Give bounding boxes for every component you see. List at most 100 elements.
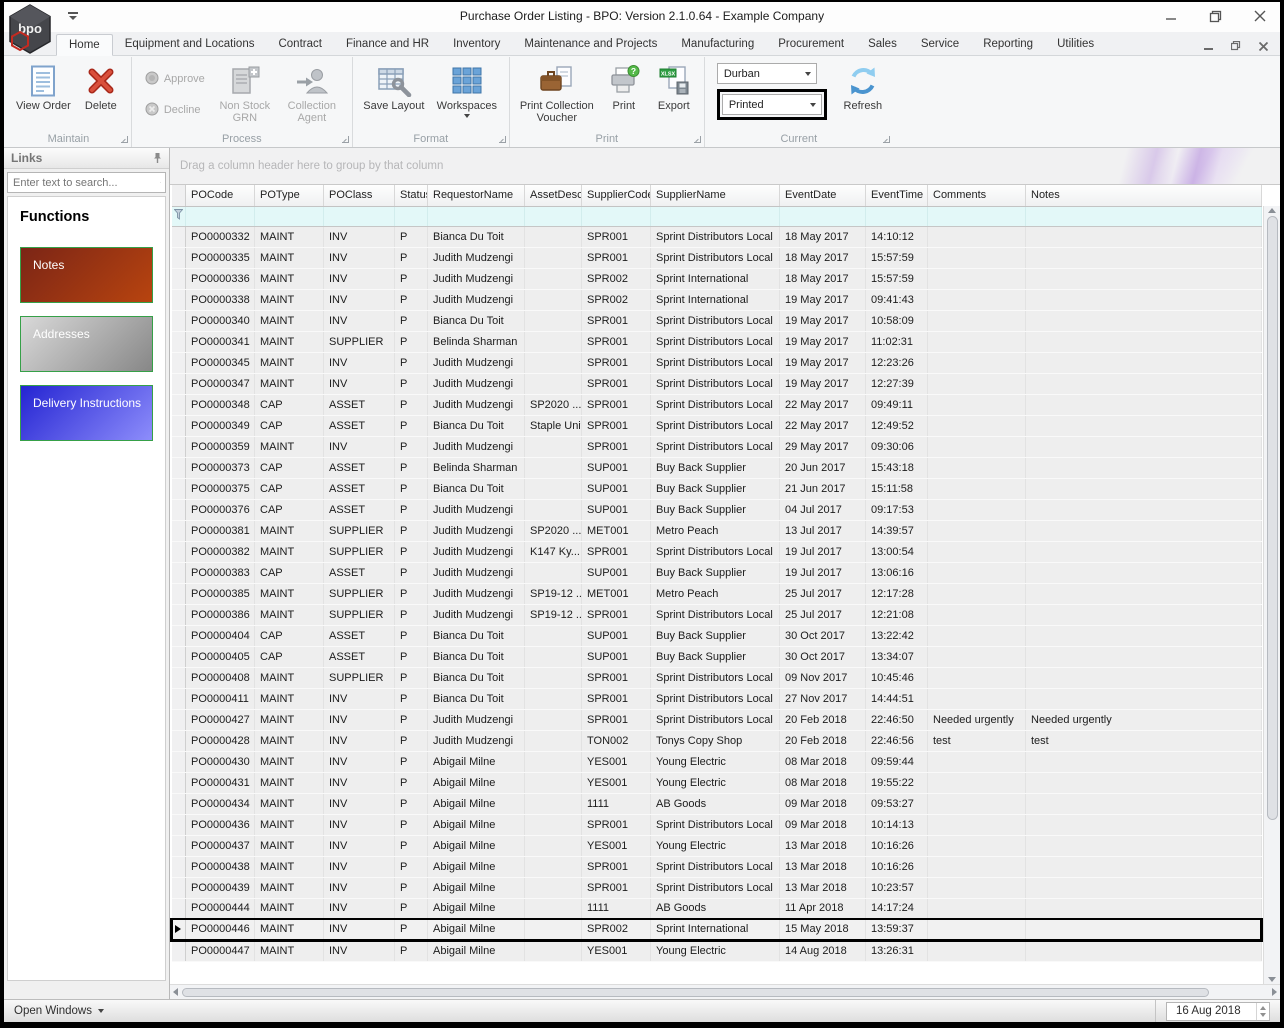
- tab-utilities[interactable]: Utilities: [1045, 34, 1106, 55]
- maintain-dialog-launcher-icon[interactable]: [120, 136, 128, 143]
- po-row[interactable]: PO0000447 MAINT INV P Abigail Milne YES001 You…: [171, 940, 1262, 962]
- scroll-left-icon[interactable]: [173, 988, 178, 996]
- open-windows-button[interactable]: Open Windows: [14, 1005, 104, 1017]
- po-row[interactable]: PO0000438 MAINT INV P Abigail Milne SPR001 Spr…: [171, 856, 1262, 878]
- filter-cell-asset[interactable]: [524, 206, 582, 227]
- filter-cell-sname[interactable]: [650, 206, 780, 227]
- filter-cell-scode[interactable]: [581, 206, 651, 227]
- po-row[interactable]: PO0000373 CAP ASSET P Belinda Sharman SUP001 B…: [171, 457, 1262, 479]
- tab-reporting[interactable]: Reporting: [971, 34, 1045, 55]
- current-dialog-launcher-icon[interactable]: [882, 136, 890, 143]
- minimize-button[interactable]: [1165, 10, 1177, 23]
- report-date-spinner[interactable]: 16 Aug 2018: [1166, 1001, 1270, 1021]
- tab-service[interactable]: Service: [909, 34, 971, 55]
- po-row[interactable]: PO0000431 MAINT INV P Abigail Milne YES001 You…: [171, 772, 1262, 794]
- filter-cell-pclass[interactable]: [323, 206, 395, 227]
- pin-icon[interactable]: [153, 152, 162, 164]
- scroll-down-icon[interactable]: [1268, 977, 1276, 982]
- po-row[interactable]: PO0000338 MAINT INV P Judith Mudzengi SPR002 S…: [171, 289, 1262, 311]
- print-dialog-launcher-icon[interactable]: [693, 136, 701, 143]
- po-row[interactable]: PO0000335 MAINT INV P Judith Mudzengi SPR001 S…: [171, 247, 1262, 269]
- filter-cell-date[interactable]: [779, 206, 866, 227]
- po-row[interactable]: PO0000430 MAINT INV P Abigail Milne YES001 You…: [171, 751, 1262, 773]
- tab-inventory[interactable]: Inventory: [441, 34, 512, 55]
- child-minimize-button[interactable]: [1204, 38, 1213, 56]
- po-row[interactable]: PO0000375 CAP ASSET P Bianca Du Toit SUP001 Bu…: [171, 478, 1262, 500]
- branch-dropdown-arrow-icon[interactable]: [800, 64, 816, 83]
- search-icon[interactable]: [160, 176, 161, 189]
- vertical-scrollbar[interactable]: [1263, 206, 1280, 984]
- filter-cell-requestor[interactable]: [427, 206, 525, 227]
- refresh-button[interactable]: Refresh: [839, 59, 887, 130]
- po-row[interactable]: PO0000437 MAINT INV P Abigail Milne YES001 You…: [171, 835, 1262, 857]
- po-row[interactable]: PO0000439 MAINT INV P Abigail Milne SPR001 Spr…: [171, 877, 1262, 899]
- workspaces-button[interactable]: Workspaces: [431, 59, 503, 130]
- tab-home[interactable]: Home: [56, 34, 113, 56]
- view-order-button[interactable]: View Order: [12, 59, 75, 130]
- tab-maintenance-and-projects[interactable]: Maintenance and Projects: [512, 34, 669, 55]
- scroll-up-icon[interactable]: [1268, 208, 1276, 213]
- save-layout-button[interactable]: Save Layout: [359, 59, 429, 130]
- po-row[interactable]: PO0000427 MAINT INV P Judith Mudzengi SPR001 S…: [171, 709, 1262, 731]
- po-row[interactable]: PO0000381 MAINT SUPPLIER P Judith Mudzengi SP…: [171, 520, 1262, 542]
- status-filter-dropdown[interactable]: Printed: [721, 94, 822, 115]
- po-row[interactable]: PO0000436 MAINT INV P Abigail Milne SPR001 Spr…: [171, 814, 1262, 836]
- po-row[interactable]: PO0000332 MAINT INV P Bianca Du Toit SPR001 Sp…: [171, 226, 1262, 248]
- filter-cell-notes[interactable]: [1025, 206, 1262, 227]
- column-header-sname[interactable]: SupplierName: [650, 185, 780, 207]
- format-dialog-launcher-icon[interactable]: [498, 136, 506, 143]
- column-header-type[interactable]: POType: [254, 185, 324, 207]
- print-button[interactable]: ? Print: [600, 59, 648, 130]
- tab-sales[interactable]: Sales: [856, 34, 909, 55]
- column-header-notes[interactable]: Notes: [1025, 185, 1262, 207]
- tab-finance-and-hr[interactable]: Finance and HR: [334, 34, 441, 55]
- tab-procurement[interactable]: Procurement: [766, 34, 856, 55]
- po-row[interactable]: PO0000336 MAINT INV P Judith Mudzengi SPR002 S…: [171, 268, 1262, 290]
- column-header-status[interactable]: Status: [394, 185, 428, 207]
- filter-row[interactable]: [171, 206, 1262, 227]
- close-button[interactable]: [1254, 10, 1266, 23]
- filter-cell-type[interactable]: [254, 206, 324, 227]
- po-row[interactable]: PO0000376 CAP ASSET P Judith Mudzengi SUP001 B…: [171, 499, 1262, 521]
- po-row[interactable]: PO0000444 MAINT INV P Abigail Milne 1111 AB Go…: [171, 898, 1262, 920]
- column-header-requestor[interactable]: RequestorName: [427, 185, 525, 207]
- links-search-input[interactable]: [8, 176, 160, 189]
- date-spinner-arrows[interactable]: [1256, 1002, 1269, 1020]
- function-delivery-instructions[interactable]: Delivery Instructions: [20, 385, 153, 441]
- function-addresses[interactable]: Addresses: [20, 316, 153, 372]
- po-row[interactable]: PO0000405 CAP ASSET P Bianca Du Toit SUP001 Bu…: [171, 646, 1262, 668]
- scroll-right-icon[interactable]: [1272, 988, 1277, 996]
- status-dropdown-arrow-icon[interactable]: [805, 95, 821, 114]
- po-row[interactable]: PO0000411 MAINT INV P Bianca Du Toit SPR001 Sp…: [171, 688, 1262, 710]
- filter-cell-time[interactable]: [865, 206, 928, 227]
- po-row[interactable]: PO0000434 MAINT INV P Abigail Milne 1111 AB Go…: [171, 793, 1262, 815]
- po-row[interactable]: PO0000428 MAINT INV P Judith Mudzengi TON002 T…: [171, 730, 1262, 752]
- po-row[interactable]: PO0000340 MAINT INV P Bianca Du Toit SPR001 Sp…: [171, 310, 1262, 332]
- po-row[interactable]: PO0000341 MAINT SUPPLIER P Belinda Sharman SP…: [171, 331, 1262, 353]
- horizontal-scroll-thumb[interactable]: [182, 987, 1209, 997]
- print-collection-voucher-button[interactable]: Print Collection Voucher: [516, 59, 598, 130]
- group-by-bar[interactable]: Drag a column header here to group by th…: [170, 148, 1280, 185]
- child-restore-button[interactable]: [1230, 38, 1241, 56]
- horizontal-scrollbar[interactable]: [170, 984, 1280, 999]
- delete-button[interactable]: Delete: [77, 59, 125, 130]
- export-button[interactable]: XLSX Export: [650, 59, 698, 130]
- po-row[interactable]: PO0000408 MAINT SUPPLIER P Bianca Du Toit SPR…: [171, 667, 1262, 689]
- po-row[interactable]: PO0000385 MAINT SUPPLIER P Judith Mudzengi SP…: [171, 583, 1262, 605]
- process-dialog-launcher-icon[interactable]: [341, 136, 349, 143]
- po-row[interactable]: PO0000349 CAP ASSET P Bianca Du Toit Staple U…: [171, 415, 1262, 437]
- po-row[interactable]: PO0000359 MAINT INV P Judith Mudzengi SPR001 S…: [171, 436, 1262, 458]
- po-row[interactable]: PO0000345 MAINT INV P Judith Mudzengi SPR001 S…: [171, 352, 1262, 374]
- column-header-date[interactable]: EventDate: [779, 185, 866, 207]
- po-row[interactable]: PO0000383 CAP ASSET P Judith Mudzengi SUP001 B…: [171, 562, 1262, 584]
- po-row[interactable]: PO0000404 CAP ASSET P Bianca Du Toit SUP001 Bu…: [171, 625, 1262, 647]
- restore-button[interactable]: [1209, 10, 1222, 23]
- column-header-comments[interactable]: Comments: [927, 185, 1026, 207]
- po-row[interactable]: PO0000382 MAINT SUPPLIER P Judith Mudzengi K1…: [171, 541, 1262, 563]
- child-close-button[interactable]: [1258, 38, 1269, 56]
- po-row-selected[interactable]: PO0000446 MAINT INV P Abigail Milne SPR002 Spr…: [170, 918, 1263, 942]
- column-header-pclass[interactable]: POClass: [323, 185, 395, 207]
- column-header-time[interactable]: EventTime: [865, 185, 928, 207]
- branch-dropdown[interactable]: Durban: [716, 63, 817, 84]
- tab-equipment-and-locations[interactable]: Equipment and Locations: [113, 34, 267, 55]
